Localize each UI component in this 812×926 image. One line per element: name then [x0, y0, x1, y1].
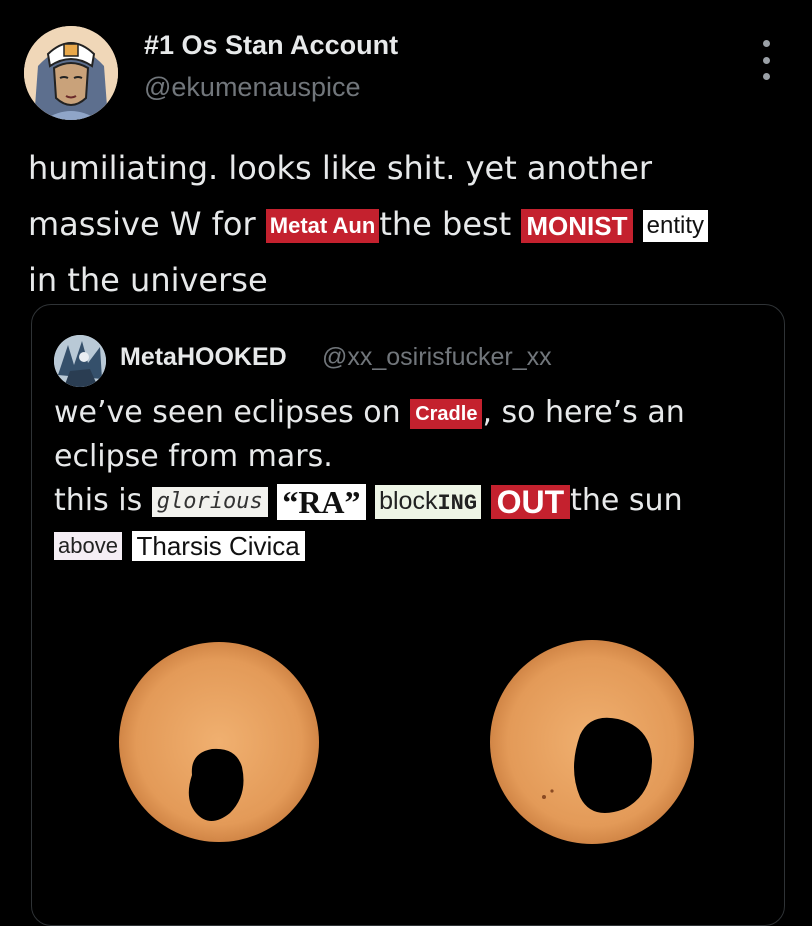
cutout-ing-part: ING	[437, 490, 478, 516]
quoted-line-4: above Tharsis Civica	[54, 523, 774, 567]
quoted-avatar[interactable]	[54, 335, 106, 387]
author-display-name[interactable]: #1 Os Stan Account	[144, 30, 398, 61]
quoted-handle[interactable]: @xx_osirisfucker_xx	[322, 343, 552, 372]
author-avatar[interactable]	[24, 26, 118, 120]
more-options-icon[interactable]	[752, 40, 780, 80]
quoted-post-card[interactable]: MetaHOOKED @xx_osirisfucker_xx we’ve see…	[31, 304, 785, 926]
quoted-line-1: we’ve seen eclipses on Cradle, so here’s…	[54, 391, 774, 435]
cutout-glorious: glorious	[151, 486, 268, 517]
quoted-text: we’ve seen eclipses on Cradle, so here’s…	[54, 391, 774, 567]
cutout-block-part: block	[379, 486, 438, 515]
quoted-text-fragment: we’ve seen eclipses on	[54, 395, 401, 430]
quoted-display-name[interactable]: MetaHOOKED	[120, 343, 287, 372]
author-handle[interactable]: @ekumenauspice	[144, 72, 361, 103]
quoted-text-fragment: the sun	[570, 483, 683, 518]
quoted-text-fragment: , so here’s an	[482, 395, 685, 430]
cutout-ra: “RA”	[277, 483, 366, 520]
cutout-cradle: Cradle	[410, 398, 483, 429]
quoted-line-3: this is glorious “RA” blockING OUT the su…	[54, 479, 774, 523]
quoted-text-fragment: this is	[54, 483, 143, 518]
cutout-monist: MONIST	[521, 209, 633, 243]
cutout-out: OUT	[490, 484, 571, 519]
cutout-blocking: blockING	[375, 484, 482, 519]
post-text-fragment: the best	[379, 205, 512, 243]
sun-eclipse-image-right[interactable]	[482, 617, 702, 857]
sun-eclipse-image-left[interactable]	[114, 617, 324, 857]
quoted-line-2: eclipse from mars.	[54, 439, 333, 474]
cutout-metat-aun: Metat Aun	[265, 209, 380, 243]
cutout-above: above	[54, 531, 122, 560]
post-line-1: humiliating. looks like shit. yet anothe…	[28, 149, 653, 187]
cutout-entity: entity	[642, 210, 709, 242]
post-text: humiliating. looks like shit. yet anothe…	[28, 140, 798, 308]
post-line-3: in the universe	[28, 261, 268, 299]
post-text-fragment: massive W for	[28, 205, 256, 243]
post-line-2: massive W for Metat Aun the best MONIST e…	[28, 196, 798, 252]
cutout-tharsis-civica: Tharsis Civica	[131, 530, 305, 561]
